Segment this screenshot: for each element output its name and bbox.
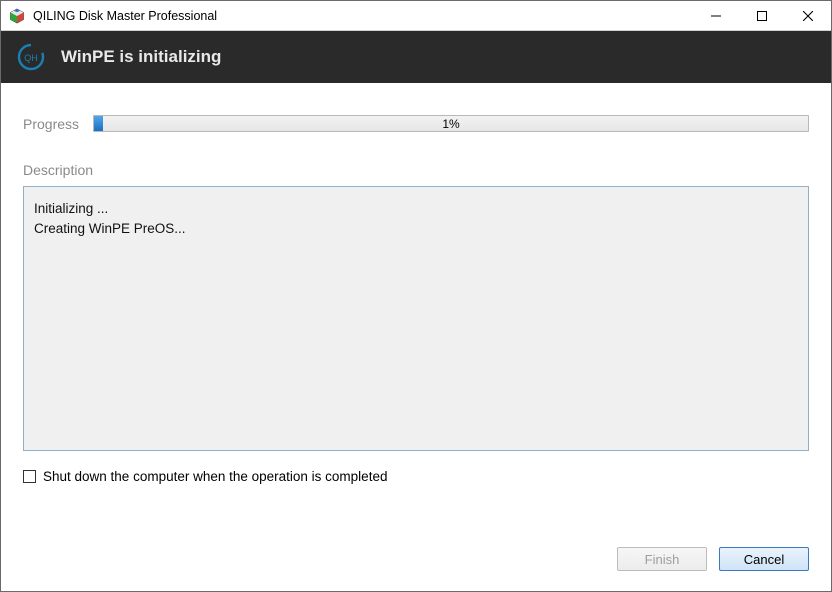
winpe-icon: QH [17, 43, 45, 71]
progress-row: Progress 1% [23, 115, 809, 132]
dialog-footer: Finish Cancel [1, 547, 831, 591]
progress-bar: 1% [93, 115, 809, 132]
description-log: Initializing ... Creating WinPE PreOS... [23, 186, 809, 451]
app-window: QILING Disk Master Professional QH WinPE… [0, 0, 832, 592]
app-logo-icon [9, 8, 25, 24]
progress-label: Progress [23, 116, 79, 132]
titlebar: QILING Disk Master Professional [1, 1, 831, 31]
shutdown-checkbox-row[interactable]: Shut down the computer when the operatio… [23, 469, 809, 484]
page-header: QH WinPE is initializing [1, 31, 831, 83]
finish-button: Finish [617, 547, 707, 571]
window-controls [693, 1, 831, 30]
maximize-button[interactable] [739, 1, 785, 30]
content-area: Progress 1% Description Initializing ...… [1, 83, 831, 547]
cancel-button[interactable]: Cancel [719, 547, 809, 571]
shutdown-checkbox-label: Shut down the computer when the operatio… [43, 469, 387, 484]
minimize-button[interactable] [693, 1, 739, 30]
description-label: Description [23, 162, 809, 178]
page-heading: WinPE is initializing [61, 47, 221, 67]
progress-percent: 1% [94, 116, 808, 131]
shutdown-checkbox[interactable] [23, 470, 36, 483]
window-title: QILING Disk Master Professional [33, 9, 693, 23]
svg-text:QH: QH [24, 53, 38, 63]
close-button[interactable] [785, 1, 831, 30]
